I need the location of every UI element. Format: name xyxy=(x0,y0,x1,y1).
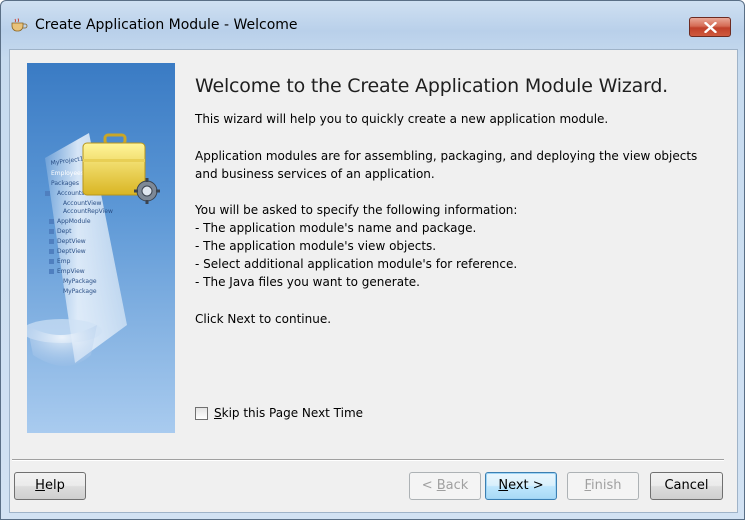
wizard-window: Create Application Module - Welcome MyPr… xyxy=(0,0,745,520)
intro-text: This wizard will help you to quickly cre… xyxy=(195,112,609,126)
description-line-2: and business services of an application. xyxy=(195,167,435,181)
button-separator xyxy=(12,459,724,461)
wizard-briefcase-illustration: MyProject1 Employees Packages Accounts A… xyxy=(27,133,160,366)
help-label-rest: elp xyxy=(44,478,65,493)
svg-text:Emp: Emp xyxy=(57,258,71,265)
svg-text:AppModule: AppModule xyxy=(57,218,91,225)
wizard-side-image: MyProject1 Employees Packages Accounts A… xyxy=(27,63,175,433)
title-bar[interactable]: Create Application Module - Welcome xyxy=(1,1,744,49)
description-line-1: Application modules are for assembling, … xyxy=(195,149,698,163)
close-button[interactable] xyxy=(689,17,731,37)
next-button[interactable]: Next > xyxy=(485,472,557,500)
svg-text:DeptView: DeptView xyxy=(57,248,86,255)
info-line-5: - The Java files you want to generate. xyxy=(195,275,420,289)
next-label-rest: ext > xyxy=(508,478,544,493)
skip-mnemonic: S xyxy=(214,406,222,420)
coffee-cup-icon xyxy=(11,18,28,32)
svg-text:Accounts: Accounts xyxy=(57,190,84,197)
info-line-2: - The application module's name and pack… xyxy=(195,221,477,235)
svg-text:MyPackage: MyPackage xyxy=(63,278,97,285)
svg-text:AccountRepView: AccountRepView xyxy=(63,208,113,215)
help-mnemonic: H xyxy=(35,478,45,493)
info-line-4: - Select additional application module's… xyxy=(195,257,518,271)
svg-text:MyPackage: MyPackage xyxy=(63,288,97,295)
dialog-content: MyProject1 Employees Packages Accounts A… xyxy=(9,49,738,513)
back-button[interactable]: < Back xyxy=(409,472,481,500)
cancel-button[interactable]: Cancel xyxy=(650,472,723,500)
svg-text:EmpView: EmpView xyxy=(57,268,85,275)
wizard-heading: Welcome to the Create Application Module… xyxy=(195,75,669,97)
finish-button[interactable]: Finish xyxy=(567,472,639,500)
info-line-1: You will be asked to specify the followi… xyxy=(195,203,518,217)
skip-page-label[interactable]: Skip this Page Next Time xyxy=(214,406,363,420)
back-label-rest: ack xyxy=(445,478,469,493)
help-button[interactable]: Help xyxy=(14,472,86,500)
svg-text:AccountView: AccountView xyxy=(63,200,102,207)
next-mnemonic: N xyxy=(498,478,509,493)
skip-page-checkbox[interactable] xyxy=(195,407,208,420)
continue-text: Click Next to continue. xyxy=(195,312,332,326)
svg-text:Dept: Dept xyxy=(57,228,72,235)
back-mnemonic: B xyxy=(436,478,446,493)
close-icon xyxy=(704,22,717,33)
skip-label-rest: kip this Page Next Time xyxy=(221,406,364,420)
svg-text:Packages: Packages xyxy=(51,180,79,187)
svg-text:Employees: Employees xyxy=(51,170,84,177)
window-title: Create Application Module - Welcome xyxy=(35,17,298,33)
svg-text:DeptView: DeptView xyxy=(57,238,86,245)
back-prefix: < xyxy=(421,478,437,493)
info-line-3: - The application module's view objects. xyxy=(195,239,437,253)
finish-label-rest: inish xyxy=(591,478,622,493)
